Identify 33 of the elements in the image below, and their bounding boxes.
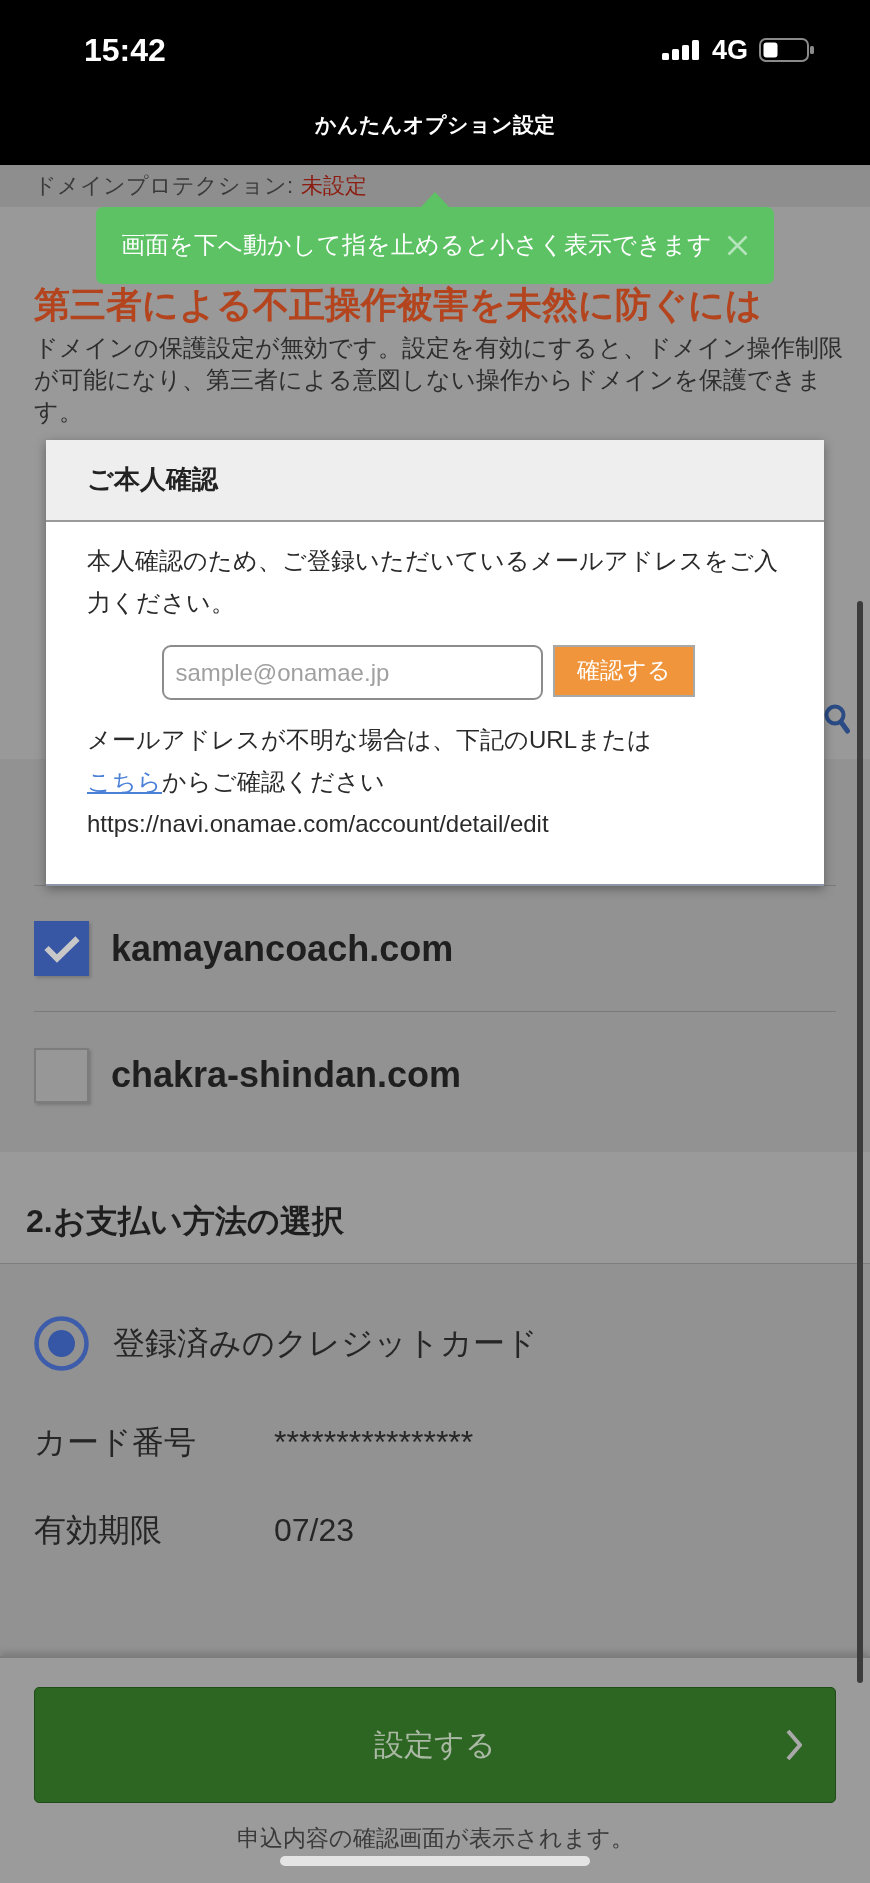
page-title: かんたんオプション設定 [315, 112, 555, 138]
clock: 15:42 [84, 34, 166, 66]
battery-icon [759, 38, 815, 62]
detail-label: 有効期限 [34, 1511, 163, 1550]
detail-label: カード番号 [34, 1423, 197, 1462]
warning-title: 第三者による不正操作被害を未然に防ぐには [34, 286, 763, 324]
confirm-button[interactable]: 確認する [552, 645, 695, 697]
warning-text: ドメインの保護設定が無効です。設定を有効にすると、ドメイン操作制限が可能になり、第三者による意図しない操作からドメインを保護できます。 [34, 334, 844, 427]
signal-icon [661, 40, 701, 60]
dialog-message: 本人確認のため、ご登録いただいているメールアドレスをご入力ください。 [87, 546, 779, 618]
close-icon[interactable] [727, 235, 748, 256]
check-icon [42, 934, 81, 963]
email-field[interactable]: sample@onamae.jp [161, 645, 543, 700]
network-label: 4G [711, 36, 748, 64]
toast-text: 画面を下へ動かして指を止めると小さく表示できます [121, 231, 712, 260]
protection-label: ドメインプロテクション: [34, 172, 294, 200]
help-link[interactable]: こちら [87, 768, 162, 795]
section-title: 2.お支払い方法の選択 [26, 1202, 344, 1241]
detail-value: 07/23 [274, 1511, 355, 1550]
domain-name: chakra-shindan.com [111, 1053, 462, 1097]
detail-value: **************** [274, 1423, 474, 1462]
chevron-right-icon [786, 1729, 802, 1761]
radio-button[interactable] [34, 1316, 89, 1371]
submit-note: 申込内容の確認画面が表示されます。 [235, 1826, 635, 1850]
submit-button[interactable]: 設定する [34, 1687, 836, 1803]
domain-name: kamayancoach.com [111, 926, 454, 971]
search-icon[interactable] [824, 704, 850, 734]
checkbox[interactable] [34, 1047, 89, 1103]
payment-option-label: 登録済みのクレジットカード [113, 1324, 538, 1363]
checkbox[interactable] [34, 921, 89, 976]
dialog-title: ご本人確認 [87, 464, 218, 496]
url-text: https://navi.onamae.com/account/detail/edit [87, 809, 550, 839]
protection-value: 未設定 [301, 172, 368, 200]
